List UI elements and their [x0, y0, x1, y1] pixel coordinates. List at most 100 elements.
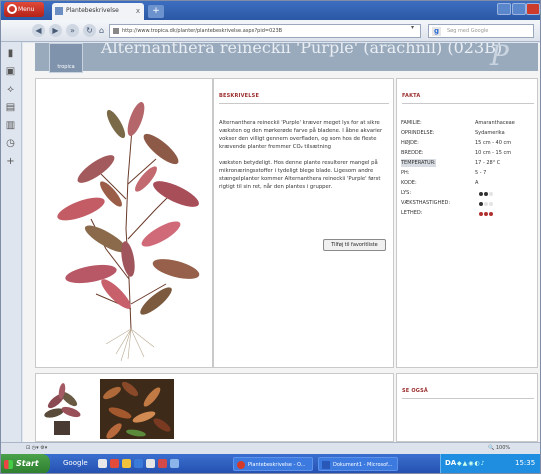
rating-row-ease: LETHED: — [401, 209, 535, 217]
new-tab-button[interactable]: + — [148, 5, 164, 18]
description-paragraph: Alternanthera reineckii 'Purple' kræver … — [219, 120, 383, 150]
address-bar[interactable]: http://www.tropica.dk/planter/plantebesk… — [109, 24, 421, 38]
fact-row-origin: OPRINDELSE: Sydamerika — [401, 129, 535, 137]
navigation-bar: ◀ ▶ » ↻ ⌂ http://www.tropica.dk/planter/… — [0, 20, 541, 42]
fact-row-temperature: TEMPERATUR: 17 - 28° C — [401, 159, 535, 167]
maximize-button[interactable] — [512, 3, 526, 15]
zoom-level[interactable]: 🔍 100% — [488, 445, 510, 451]
fact-label: TEMPERATUR: — [401, 159, 436, 167]
bookmarks-icon[interactable]: ▮ — [5, 48, 16, 59]
facts-divider — [402, 103, 534, 104]
google-toolbar-label[interactable]: Google — [63, 459, 88, 467]
facts-heading: FAKTA — [402, 93, 421, 99]
fact-row-code: KODE: A — [401, 179, 535, 187]
fact-label: BREDDE: — [401, 150, 424, 156]
rating-dots — [479, 191, 494, 199]
rating-dot-filled — [484, 212, 488, 216]
page-header: tropica Alternanthera reineckii 'Purple'… — [35, 43, 538, 73]
tab-plantebeskrivelse[interactable]: Plantebeskrivelse x — [52, 3, 144, 20]
rating-dot-empty — [484, 202, 488, 206]
description-panel: BESKRIVELSE Alternanthera reineckii 'Pur… — [213, 78, 394, 368]
widgets-icon[interactable]: ▣ — [5, 66, 16, 77]
notes-icon[interactable]: ▤ — [5, 102, 16, 113]
browser-menu-label: Menu — [18, 6, 35, 13]
fact-value: 5 - 7 — [475, 170, 487, 176]
start-button[interactable]: Start — [0, 454, 50, 474]
see-also-divider — [402, 398, 534, 399]
search-placeholder: Søg med Google — [447, 28, 489, 34]
search-engine-icon[interactable]: g — [432, 27, 441, 36]
add-to-favorites-button[interactable]: Tilføj til favoritliste — [323, 239, 386, 251]
fact-row-family: FAMILIE: Amaranthaceae — [401, 119, 535, 127]
word-icon — [322, 461, 330, 469]
quicklaunch-icon[interactable] — [146, 459, 155, 468]
rating-dots — [479, 211, 494, 219]
site-favicon-icon — [113, 28, 119, 34]
fact-row-height: HØJDE: 15 cm - 40 cm — [401, 139, 535, 147]
back-icon[interactable]: ◀ — [32, 24, 45, 37]
rating-dot-empty — [489, 192, 493, 196]
language-indicator[interactable]: DA — [445, 459, 456, 467]
fast-forward-icon[interactable]: » — [66, 24, 79, 37]
thumbnail-aquarium-closeup[interactable] — [100, 379, 174, 439]
zoom-value: 100% — [495, 445, 511, 451]
opera-logo-icon — [7, 4, 17, 14]
tab-close-icon[interactable]: x — [136, 3, 140, 19]
quicklaunch-icon[interactable] — [170, 459, 179, 468]
plant-photo — [57, 101, 200, 362]
minimize-button[interactable] — [497, 3, 511, 15]
taskbar-item-browser[interactable]: Plantebeskrivelse - O... — [233, 457, 313, 471]
clock[interactable]: 15:35 — [515, 459, 535, 467]
browser-status-bar: ⊡ ◷▾ ⚙▾ 🔍 100% — [0, 442, 541, 454]
browser-menu-button[interactable]: Menu — [4, 2, 44, 17]
fact-label: KODE: — [401, 180, 417, 186]
status-bar-controls-icon[interactable]: ⊡ ◷▾ ⚙▾ — [26, 445, 47, 451]
browser-side-panel: ▮ ▣ ⟡ ▤ ▥ ◷ + — [0, 42, 22, 442]
taskbar-item-word[interactable]: Dokument1 - Microsof... — [318, 457, 398, 471]
address-url: http://www.tropica.dk/planter/plantebesk… — [122, 28, 283, 34]
windows-taskbar: Start Google Plantebeskrivelse - O... Do… — [0, 454, 541, 474]
history-icon[interactable]: ◷ — [5, 138, 16, 149]
close-window-button[interactable] — [526, 3, 540, 15]
start-label: Start — [16, 459, 39, 468]
description-paragraph: væksten betydeligt. Hos denne plante res… — [219, 160, 381, 190]
browser-title-bar: Menu Plantebeskrivelse x + — [0, 0, 541, 20]
unite-icon[interactable]: ⟡ — [5, 84, 16, 95]
downloads-icon[interactable]: ▥ — [5, 120, 16, 131]
quicklaunch-icon[interactable] — [158, 459, 167, 468]
see-also-heading: SE OGSÅ — [402, 388, 428, 394]
rating-label: LYS: — [401, 190, 412, 196]
tropica-logo[interactable]: tropica — [49, 43, 83, 73]
rating-label: VÆKSTHASTIGHED: — [401, 200, 451, 206]
system-tray: DA ◆▲◉◐♪ 15:35 — [440, 454, 541, 474]
quicklaunch-icon[interactable] — [110, 459, 119, 468]
rating-dot-filled — [484, 192, 488, 196]
taskbar-item-label: Plantebeskrivelse - O... — [248, 462, 306, 468]
forward-icon[interactable]: ▶ — [49, 24, 62, 37]
search-input[interactable]: g Søg med Google — [428, 24, 534, 38]
fact-value: A — [475, 180, 479, 186]
brand-mark: P — [490, 43, 509, 72]
page-title: Alternanthera reineckii 'Purple' (arachn… — [101, 43, 503, 57]
fact-label: FAMILIE: — [401, 120, 422, 126]
tray-icons[interactable]: ◆▲◉◐♪ — [457, 460, 486, 467]
rating-dot-filled — [479, 192, 483, 196]
home-icon[interactable]: ⌂ — [95, 24, 108, 37]
fact-row-width: BREDDE: 10 cm - 15 cm — [401, 149, 535, 157]
rating-row-growth: VÆKSTHASTIGHED: — [401, 199, 535, 207]
fact-value: Amaranthaceae — [475, 120, 515, 126]
description-heading: BESKRIVELSE — [219, 93, 260, 99]
quicklaunch-icon[interactable] — [134, 459, 143, 468]
fact-value: 15 cm - 40 cm — [475, 140, 512, 146]
thumbnail-potted-plant[interactable] — [42, 379, 82, 439]
rating-label: LETHED: — [401, 210, 423, 216]
rating-row-light: LYS: — [401, 189, 535, 197]
rating-dot-filled — [479, 212, 483, 216]
quicklaunch-icon[interactable] — [98, 459, 107, 468]
address-dropdown-icon[interactable]: ▾ — [411, 24, 414, 31]
fact-label: OPRINDELSE: — [401, 130, 435, 136]
taskbar-item-label: Dokument1 - Microsof... — [333, 462, 393, 468]
add-panel-icon[interactable]: + — [5, 156, 16, 167]
quicklaunch-icon[interactable] — [122, 459, 131, 468]
see-also-panel: SE OGSÅ — [396, 373, 538, 442]
